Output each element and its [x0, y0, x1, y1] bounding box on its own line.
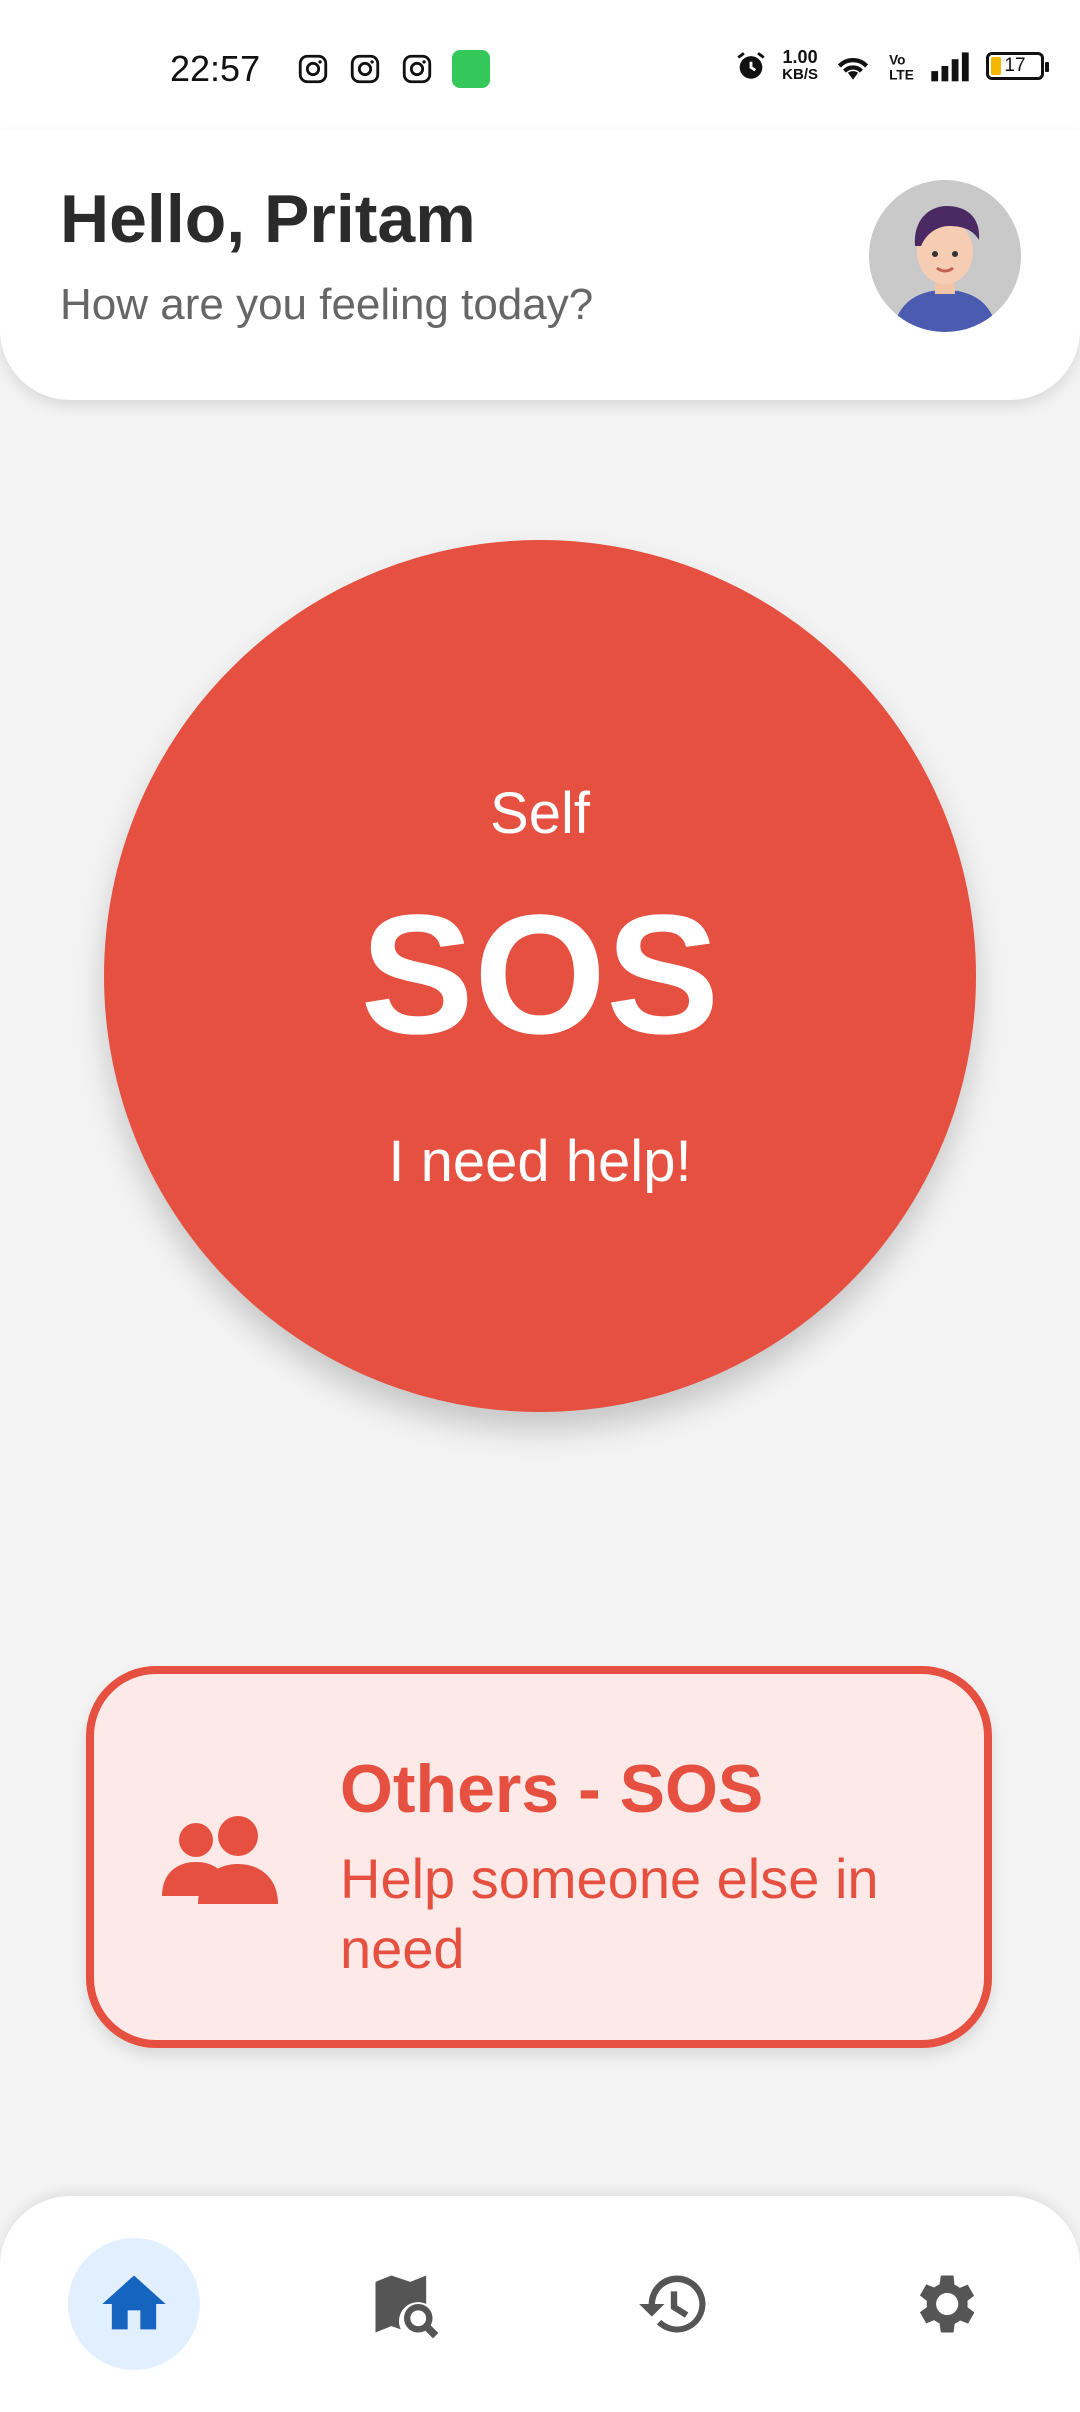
greeting-title: Hello, Pritam [60, 181, 476, 257]
status-time: 22:57 [170, 48, 261, 89]
group-icon [162, 1816, 278, 1904]
signal-icon [931, 52, 969, 82]
wifi-icon [837, 58, 869, 80]
instagram-icon [402, 54, 432, 84]
alarm-icon [737, 52, 765, 79]
settings-gear-icon [919, 2275, 975, 2333]
volte-icon: VoLTE [889, 52, 914, 83]
bottom-navigation [0, 2196, 1080, 2412]
net-speed-unit: KB/S [782, 66, 818, 83]
svg-text:Vo: Vo [889, 52, 905, 67]
user-avatar[interactable] [869, 180, 1021, 332]
map-search-icon [375, 2275, 439, 2339]
nav-settings[interactable] [878, 2238, 1010, 2370]
nav-home[interactable] [68, 2238, 200, 2370]
battery-level: 17 [1004, 55, 1026, 76]
others-sos-description: Help someone else in need [340, 1847, 879, 1980]
sos-bottom-label: I need help! [388, 1129, 692, 1194]
system-icons: 1.00 KB/S Vo LTE 17 [734, 48, 1049, 84]
history-icon [639, 2275, 706, 2333]
svg-text:LTE: LTE [889, 68, 914, 83]
others-sos-button[interactable]: Others - SOS Help someone else in need [86, 1666, 992, 2048]
avatar-illustration [869, 180, 1021, 332]
net-speed-value: 1.00 [782, 47, 818, 67]
instagram-icon [298, 54, 328, 84]
nav-map-search[interactable] [338, 2238, 470, 2370]
sos-top-label: Self [490, 781, 590, 846]
home-icon [102, 2275, 166, 2330]
header-card: Hello, Pritam How are you feeling today? [0, 130, 1080, 400]
notification-icons [296, 50, 490, 88]
battery-icon: 17 [986, 52, 1049, 80]
sos-main-label: SOS [360, 880, 720, 1070]
app-badge-icon [452, 50, 490, 88]
greeting-subtitle: How are you feeling today? [60, 280, 594, 329]
others-sos-title: Others - SOS [340, 1751, 764, 1827]
status-bar: 22:57 1.00 KB/S Vo LTE 17 [0, 0, 1080, 130]
nav-history[interactable] [608, 2238, 740, 2370]
self-sos-button[interactable]: Self SOS I need help! [104, 540, 976, 1412]
instagram-icon [350, 54, 380, 84]
net-speed: 1.00 KB/S [782, 48, 818, 84]
